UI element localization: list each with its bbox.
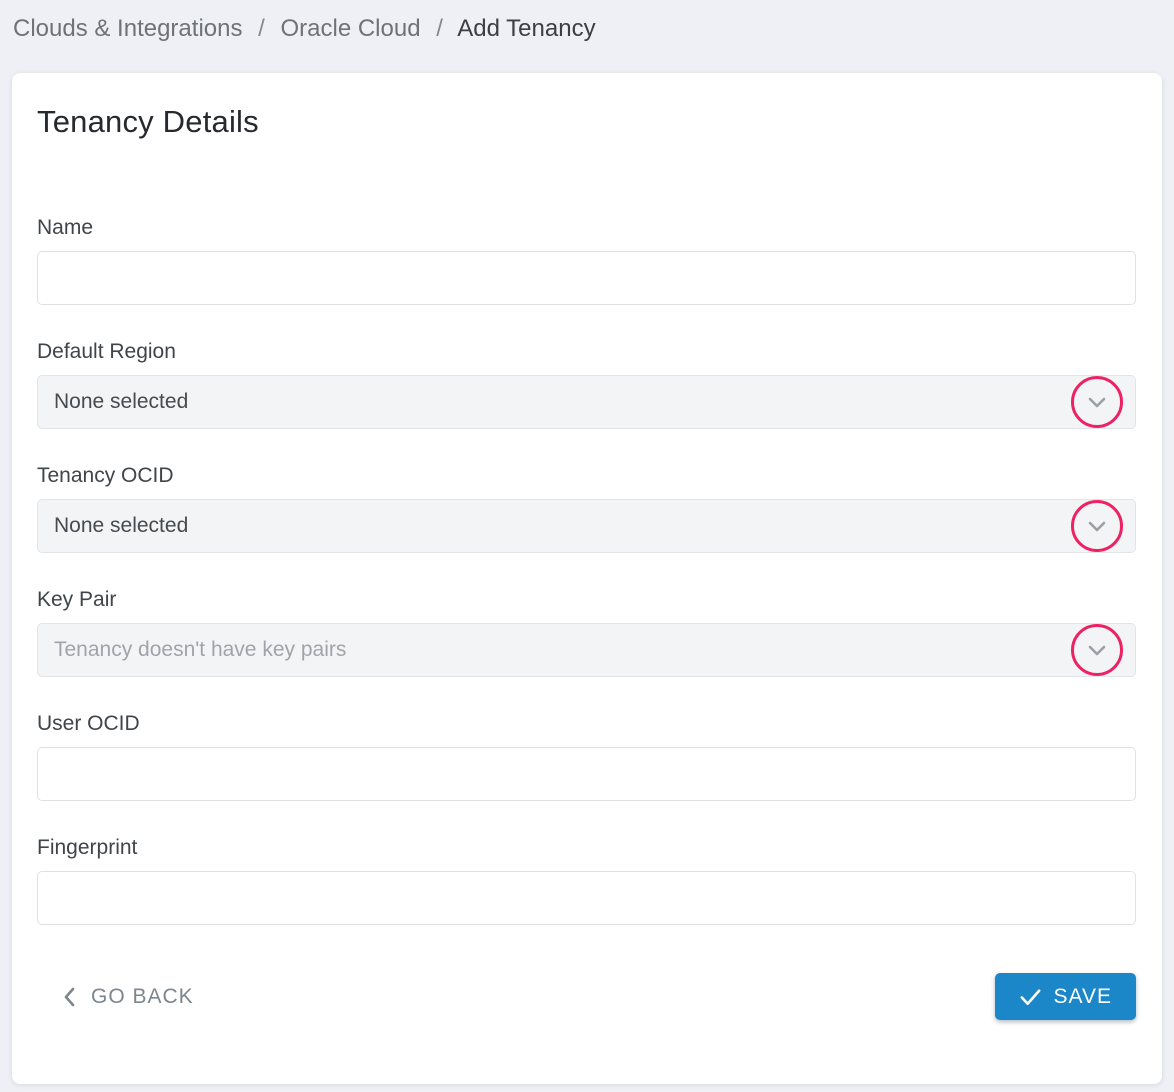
chevron-down-icon[interactable]: [1085, 514, 1109, 538]
chevron-down-icon[interactable]: [1085, 638, 1109, 662]
user-ocid-label: User OCID: [37, 711, 1136, 737]
name-label: Name: [37, 215, 1136, 241]
breadcrumb-separator: /: [258, 15, 265, 42]
key-pair-select[interactable]: Tenancy doesn't have key pairs: [37, 623, 1136, 677]
go-back-button[interactable]: GO BACK: [62, 985, 194, 1009]
save-button[interactable]: SAVE: [995, 973, 1136, 1020]
chevron-left-icon: [62, 986, 78, 1008]
user-ocid-input[interactable]: [37, 747, 1136, 801]
name-input[interactable]: [37, 251, 1136, 305]
key-pair-placeholder: Tenancy doesn't have key pairs: [54, 638, 346, 662]
breadcrumb: Clouds & Integrations / Oracle Cloud / A…: [0, 0, 1174, 43]
breadcrumb-clouds-integrations[interactable]: Clouds & Integrations: [13, 15, 242, 42]
fingerprint-label: Fingerprint: [37, 835, 1136, 861]
field-name: Name: [37, 215, 1136, 305]
default-region-select[interactable]: None selected: [37, 375, 1136, 429]
save-label: SAVE: [1054, 985, 1112, 1009]
breadcrumb-separator: /: [436, 15, 443, 42]
key-pair-label: Key Pair: [37, 587, 1136, 613]
field-default-region: Default Region None selected: [37, 339, 1136, 429]
breadcrumb-oracle-cloud[interactable]: Oracle Cloud: [280, 15, 420, 42]
tenancy-ocid-select[interactable]: None selected: [37, 499, 1136, 553]
tenancy-ocid-label: Tenancy OCID: [37, 463, 1136, 489]
field-tenancy-ocid: Tenancy OCID None selected: [37, 463, 1136, 553]
default-region-selected-value: None selected: [54, 390, 188, 414]
fingerprint-input[interactable]: [37, 871, 1136, 925]
default-region-label: Default Region: [37, 339, 1136, 365]
breadcrumb-current-add-tenancy: Add Tenancy: [457, 15, 595, 42]
tenancy-ocid-selected-value: None selected: [54, 514, 188, 538]
tenancy-details-card: Tenancy Details Name Default Region None…: [12, 73, 1162, 1084]
chevron-down-icon[interactable]: [1085, 390, 1109, 414]
page-title: Tenancy Details: [37, 103, 1136, 141]
field-key-pair: Key Pair Tenancy doesn't have key pairs: [37, 587, 1136, 677]
go-back-label: GO BACK: [91, 985, 194, 1009]
form-footer: GO BACK SAVE: [37, 973, 1136, 1020]
field-user-ocid: User OCID: [37, 711, 1136, 801]
field-fingerprint: Fingerprint: [37, 835, 1136, 925]
check-icon: [1019, 987, 1042, 1007]
